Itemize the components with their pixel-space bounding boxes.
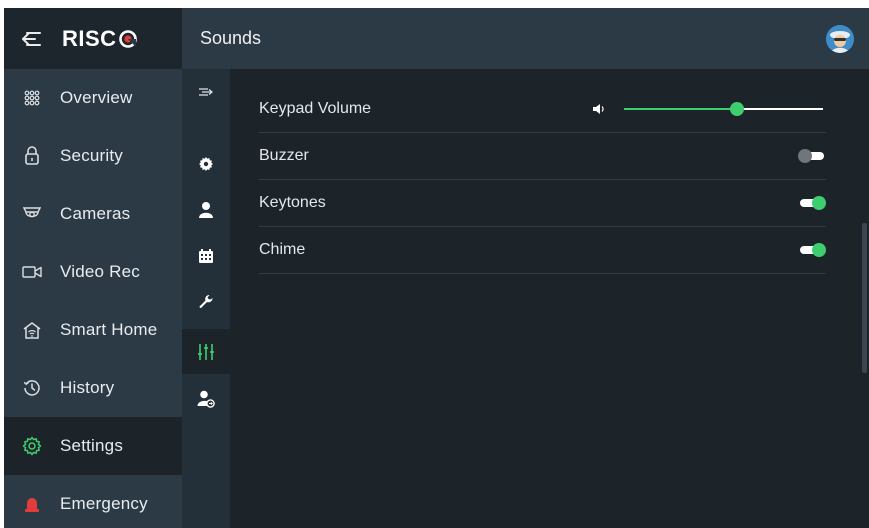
subnav-general[interactable] [182,141,230,186]
sidebar-item-label: Smart Home [60,320,158,339]
volume-slider-fill [624,107,738,110]
sidebar-item-settings[interactable]: Settings [4,417,182,475]
sidebar-item-emergency[interactable]: Emergency [4,475,182,528]
cog-icon [199,156,213,171]
grid-dots-icon [4,90,60,106]
sidebar-item-label: Security [60,146,124,165]
toggle-knob [812,196,826,210]
user-icon [199,201,213,218]
keytones-toggle[interactable] [798,196,828,210]
history-clock-icon [4,379,60,397]
sidebar-top-bar: RISC [4,8,182,69]
chime-label: Chime [259,241,306,258]
content-scrollbar[interactable] [862,223,867,373]
toggle-knob [798,149,812,163]
calendar-icon [199,248,213,263]
subnav-user-transfer[interactable] [182,376,230,421]
siren-icon [4,495,60,513]
subnav-users[interactable] [182,187,230,232]
wrench-icon [199,294,213,308]
sidebar-item-label: Emergency [60,494,148,513]
subnav-sounds[interactable] [182,329,230,374]
keytones-label: Keytones [259,194,326,211]
sidebar-item-cameras[interactable]: Cameras [4,185,182,243]
video-recorder-icon [4,265,60,279]
smart-home-icon [4,321,60,339]
page-header: Sounds [182,8,869,69]
sidebar-item-video-rec[interactable]: Video Rec [4,243,182,301]
toggle-knob [812,243,826,257]
subnav-schedule[interactable] [182,233,230,278]
collapse-sidebar-button[interactable] [4,8,60,69]
user-avatar-button[interactable] [826,25,854,53]
main-sidebar: RISC Overview Security Cameras Video Rec… [4,8,182,528]
user-transfer-icon [197,390,215,408]
keypad-volume-slider[interactable] [624,101,823,117]
expand-arrow-icon [199,87,214,96]
gear-icon [4,436,60,456]
logo-mark-icon [118,29,137,48]
speaker-icon [593,103,604,114]
collapse-arrow-icon [22,31,41,46]
subnav-expand[interactable] [182,69,230,114]
risco-logo: RISC [62,26,137,52]
sidebar-item-smart-home[interactable]: Smart Home [4,301,182,359]
lock-icon [4,146,60,166]
sidebar-item-label: Settings [60,436,124,455]
page-title: Sounds [200,28,262,48]
user-avatar-icon [826,25,854,53]
sidebar-item-history[interactable]: History [4,359,182,417]
keypad-volume-row: Keypad Volume [259,85,826,133]
sounds-settings-panel: Keypad Volume Buzzer Keytones Chime [230,69,869,528]
app-window: RISC Overview Security Cameras Video Rec… [4,8,869,528]
logo-text: RISC [62,25,117,51]
sidebar-item-security[interactable]: Security [4,127,182,185]
keytones-row: Keytones [259,180,826,227]
volume-slider-thumb[interactable] [730,101,745,116]
sliders-icon [198,343,214,360]
settings-subnav [182,69,230,528]
keypad-volume-control [592,101,826,117]
chime-toggle[interactable] [798,243,828,257]
keypad-volume-label: Keypad Volume [259,99,372,117]
buzzer-row: Buzzer [259,133,826,180]
buzzer-toggle[interactable] [798,149,828,163]
sidebar-item-label: Video Rec [60,262,140,281]
buzzer-label: Buzzer [259,147,309,164]
chime-row: Chime [259,227,826,274]
sidebar-item-label: Cameras [60,204,131,223]
subnav-maintenance[interactable] [182,279,230,324]
camera-icon [4,206,60,222]
sidebar-item-label: History [60,378,115,397]
sidebar-item-label: Overview [60,88,133,107]
sidebar-item-overview[interactable]: Overview [4,69,182,127]
